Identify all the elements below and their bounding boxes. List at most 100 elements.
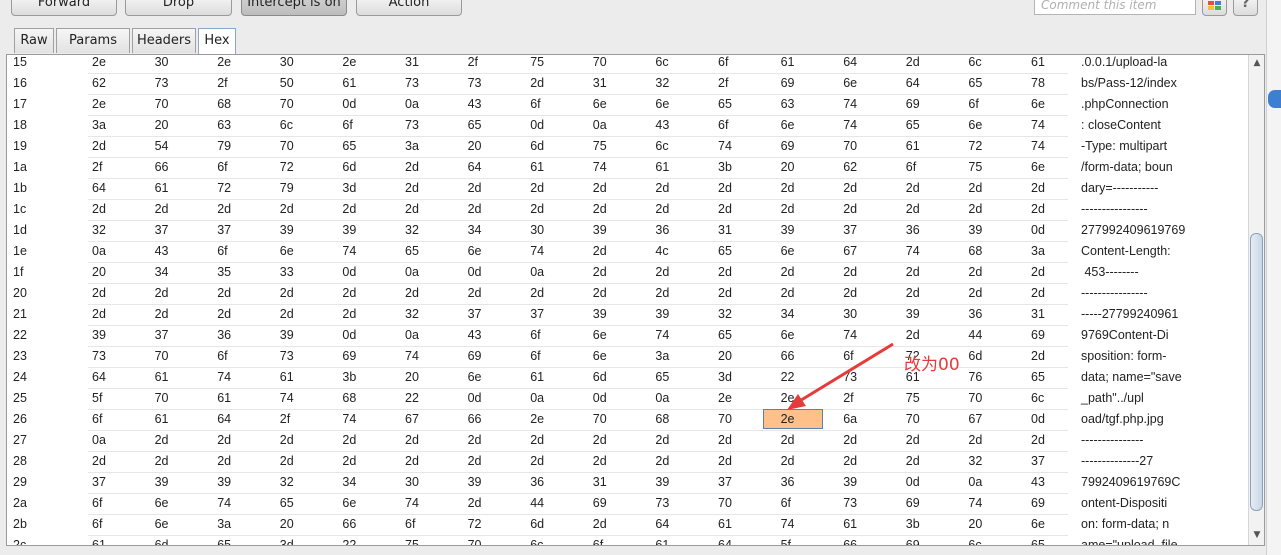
scroll-up-arrow-icon[interactable]: ▲ <box>1251 58 1263 70</box>
hex-byte-cell[interactable]: 31 <box>1031 304 1045 325</box>
hex-byte-cell[interactable]: 64 <box>92 178 106 199</box>
intercept-toggle-button[interactable]: Intercept is on <box>241 0 347 16</box>
hex-byte-cell[interactable]: 37 <box>217 220 231 241</box>
hex-byte-cell[interactable]: 74 <box>968 493 982 514</box>
ascii-text-cell[interactable]: .phpConnection <box>1081 94 1169 115</box>
hex-byte-cell[interactable]: 2d <box>468 493 482 514</box>
hex-byte-cell[interactable]: 4c <box>655 241 668 262</box>
hex-byte-cell[interactable]: 65 <box>217 535 231 545</box>
hex-byte-cell[interactable]: 61 <box>843 514 857 535</box>
hex-byte-cell[interactable]: 2d <box>342 283 356 304</box>
hex-byte-cell[interactable]: 6c <box>280 115 293 136</box>
hex-byte-cell[interactable]: 0d <box>530 115 544 136</box>
hex-byte-cell[interactable]: 66 <box>468 409 482 430</box>
hex-byte-cell[interactable]: 2d <box>530 199 544 220</box>
hex-byte-cell[interactable]: 6e <box>155 514 169 535</box>
hex-byte-cell[interactable]: 36 <box>530 472 544 493</box>
hex-byte-cell[interactable]: 39 <box>781 220 795 241</box>
hex-byte-cell[interactable]: 6a <box>843 409 857 430</box>
hex-byte-cell[interactable]: 65 <box>280 493 294 514</box>
hex-byte-cell[interactable]: 2d <box>655 178 669 199</box>
hex-byte-cell[interactable]: 2d <box>92 283 106 304</box>
hex-byte-cell[interactable]: 74 <box>1031 115 1045 136</box>
hex-byte-cell[interactable]: 65 <box>1031 535 1045 545</box>
hex-byte-cell[interactable]: 2d <box>843 451 857 472</box>
hex-byte-cell[interactable]: 2f <box>92 157 102 178</box>
hex-byte-cell[interactable]: 2d <box>593 283 607 304</box>
hex-byte-cell[interactable]: 67 <box>843 241 857 262</box>
hex-byte-cell[interactable]: 6e <box>655 94 669 115</box>
hex-byte-cell[interactable]: 74 <box>843 115 857 136</box>
hex-byte-cell[interactable]: 6e <box>968 115 982 136</box>
hex-byte-cell[interactable]: 2e <box>92 94 106 115</box>
hex-byte-cell[interactable]: 2d <box>155 304 169 325</box>
hex-byte-cell[interactable]: 2d <box>342 451 356 472</box>
hex-byte-cell[interactable]: 2d <box>843 178 857 199</box>
hex-byte-cell[interactable]: 50 <box>280 73 294 94</box>
hex-byte-cell[interactable]: 66 <box>155 157 169 178</box>
hex-byte-cell[interactable]: 2d <box>906 199 920 220</box>
hex-byte-cell[interactable]: 43 <box>155 241 169 262</box>
hex-byte-cell[interactable]: 2d <box>155 283 169 304</box>
hex-byte-cell[interactable]: 74 <box>1031 136 1045 157</box>
hex-byte-cell[interactable]: 2d <box>155 451 169 472</box>
hex-byte-cell[interactable]: 2d <box>968 178 982 199</box>
highlight-color-button[interactable] <box>1202 0 1227 16</box>
hex-byte-cell[interactable]: 2d <box>280 430 294 451</box>
hex-byte-cell[interactable]: 2f <box>217 73 227 94</box>
hex-byte-cell[interactable]: 6e <box>781 325 795 346</box>
hex-byte-cell[interactable]: 32 <box>968 451 982 472</box>
hex-byte-cell[interactable]: 39 <box>593 220 607 241</box>
hex-byte-cell[interactable]: 31 <box>405 55 419 73</box>
ascii-text-cell[interactable]: bs/Pass-12/index <box>1081 73 1177 94</box>
hex-byte-cell[interactable]: 6f <box>342 115 352 136</box>
hex-byte-cell[interactable]: 69 <box>468 346 482 367</box>
tab-headers[interactable]: Headers <box>132 28 196 53</box>
hex-byte-cell[interactable]: 30 <box>405 472 419 493</box>
hex-byte-cell[interactable]: 6f <box>405 514 415 535</box>
hex-byte-cell[interactable]: 2d <box>593 241 607 262</box>
hex-byte-cell[interactable]: 0a <box>530 388 544 409</box>
ascii-text-cell[interactable]: .0.0.1/upload-la <box>1081 55 1167 73</box>
hex-byte-cell[interactable]: 6e <box>593 94 607 115</box>
hex-byte-cell[interactable]: 37 <box>718 472 732 493</box>
hex-byte-cell[interactable]: 6f <box>92 409 102 430</box>
hex-byte-cell[interactable]: 6e <box>342 493 356 514</box>
hex-byte-cell[interactable]: 66 <box>781 346 795 367</box>
hex-byte-cell[interactable]: 37 <box>155 220 169 241</box>
hex-byte-cell[interactable]: 6f <box>718 55 728 73</box>
hex-byte-cell[interactable]: 65 <box>1031 367 1045 388</box>
scroll-down-arrow-icon[interactable]: ▼ <box>1251 530 1263 542</box>
hex-byte-cell[interactable]: 39 <box>593 304 607 325</box>
hex-byte-cell[interactable]: 70 <box>968 388 982 409</box>
tab-raw[interactable]: Raw <box>14 28 54 53</box>
hex-byte-cell[interactable]: 69 <box>906 535 920 545</box>
hex-byte-cell[interactable]: 70 <box>593 409 607 430</box>
hex-byte-cell[interactable]: 3a <box>655 346 669 367</box>
hex-byte-cell[interactable]: 62 <box>843 157 857 178</box>
hex-byte-cell[interactable]: 74 <box>342 409 356 430</box>
hex-byte-cell[interactable]: 64 <box>92 367 106 388</box>
ascii-text-cell[interactable]: --------------27 <box>1081 451 1153 472</box>
hex-byte-cell[interactable]: 39 <box>906 304 920 325</box>
hex-byte-cell[interactable]: 64 <box>718 535 732 545</box>
hex-byte-cell[interactable]: 3a <box>1031 241 1045 262</box>
hex-byte-cell[interactable]: 72 <box>968 136 982 157</box>
hex-byte-cell[interactable]: 74 <box>843 94 857 115</box>
hex-byte-cell[interactable]: 2d <box>968 199 982 220</box>
hex-byte-cell[interactable]: 2d <box>1031 178 1045 199</box>
hex-byte-cell[interactable]: 2e <box>781 409 795 430</box>
hex-byte-cell[interactable]: 2e <box>217 55 231 73</box>
hex-byte-cell[interactable]: 6f <box>530 346 540 367</box>
hex-byte-cell[interactable]: 32 <box>280 472 294 493</box>
hex-byte-cell[interactable]: 2d <box>593 178 607 199</box>
hex-byte-cell[interactable]: 0d <box>906 472 920 493</box>
hex-byte-cell[interactable]: 66 <box>342 514 356 535</box>
hex-byte-cell[interactable]: 20 <box>781 157 795 178</box>
hex-byte-cell[interactable]: 70 <box>468 535 482 545</box>
hex-byte-cell[interactable]: 74 <box>718 136 732 157</box>
hex-byte-cell[interactable]: 73 <box>468 73 482 94</box>
hex-byte-cell[interactable]: 6c <box>968 55 981 73</box>
hex-byte-cell[interactable]: 20 <box>405 367 419 388</box>
hex-byte-cell[interactable]: 64 <box>468 157 482 178</box>
